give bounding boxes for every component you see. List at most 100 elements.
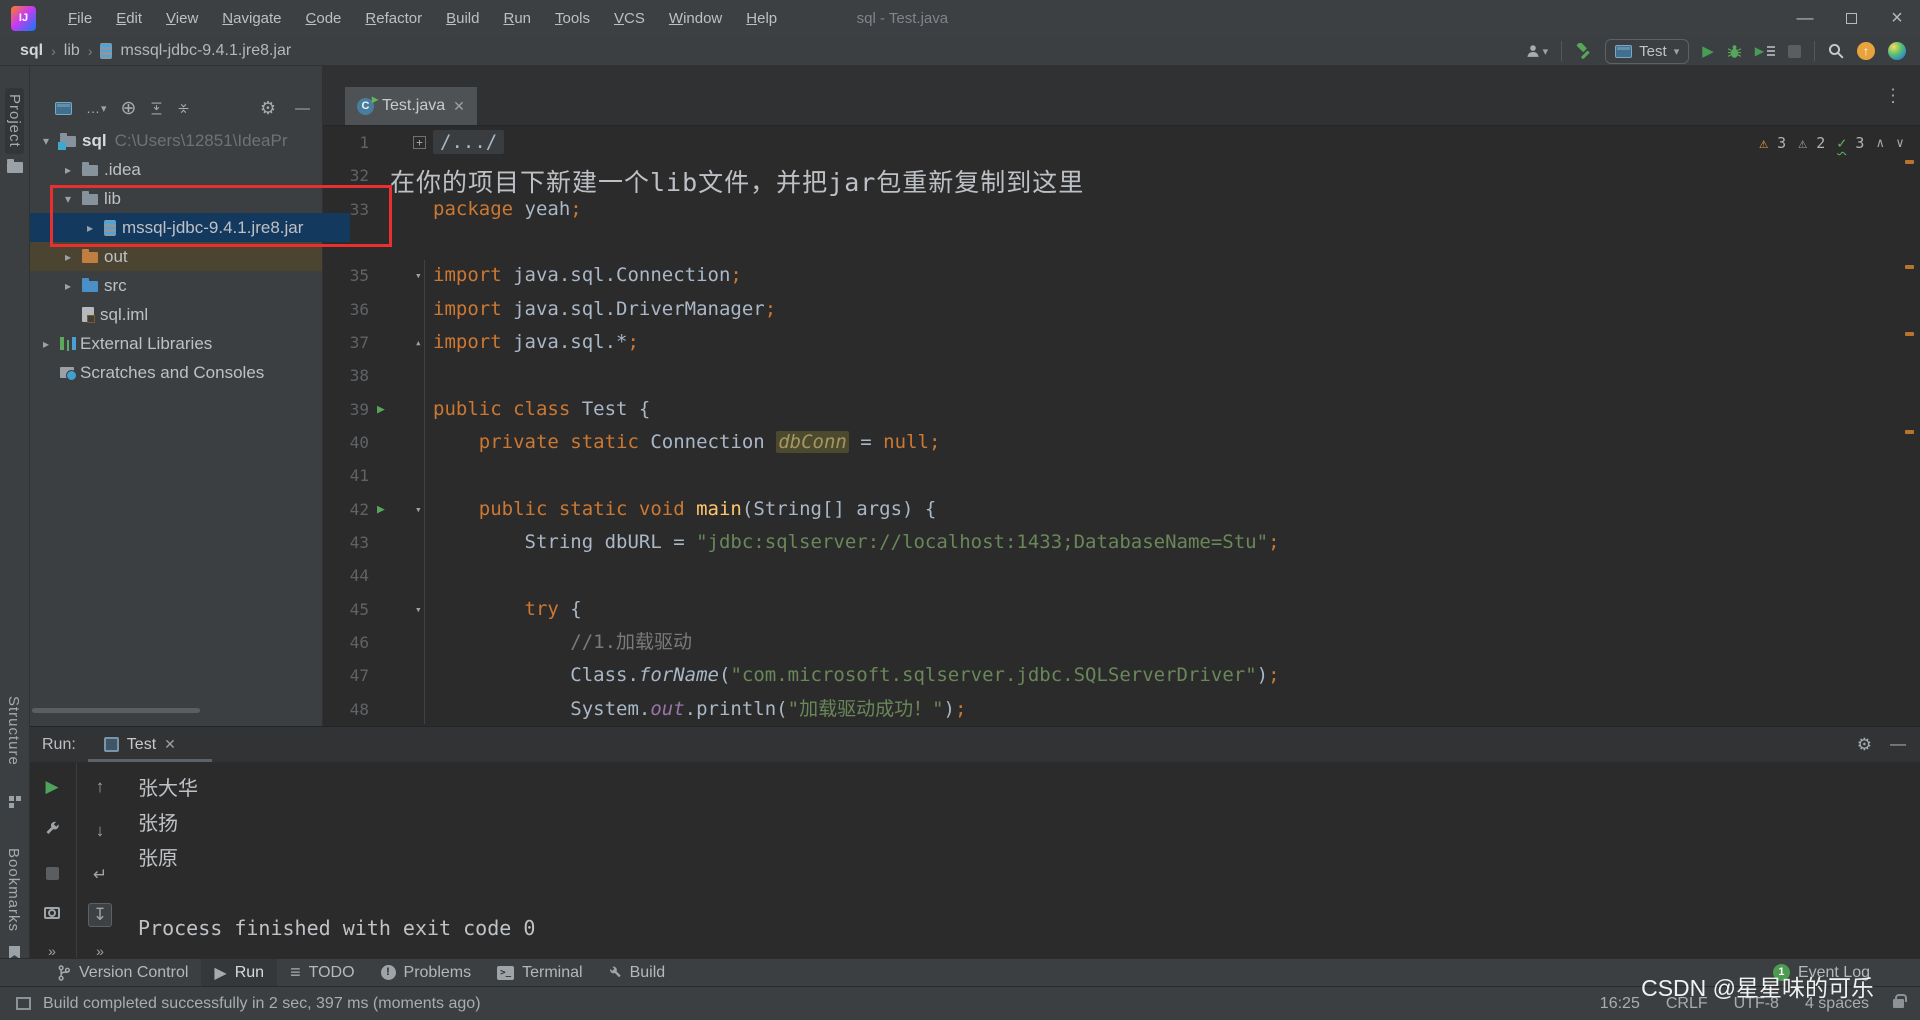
gear-icon[interactable]: ⚙	[260, 98, 276, 119]
stripe-tab-project[interactable]: Project	[5, 88, 24, 154]
menu-navigate[interactable]: Navigate	[212, 10, 291, 27]
stop-button[interactable]	[1788, 45, 1801, 58]
tree-row-external-libraries[interactable]: ▸External Libraries	[30, 329, 322, 358]
update-icon[interactable]: ↑	[1857, 42, 1875, 60]
menu-edit[interactable]: Edit	[106, 10, 152, 27]
chevron-right-icon[interactable]: ▸	[60, 250, 76, 264]
more-actions-icon[interactable]: »	[34, 943, 70, 959]
chevron-down-icon[interactable]: ▾	[38, 134, 54, 148]
down-stack-trace-icon[interactable]: ↓	[82, 821, 118, 841]
toolwindow-button-terminal[interactable]: >_Terminal	[484, 959, 595, 986]
lock-icon[interactable]	[1893, 999, 1904, 1008]
chevron-right-icon[interactable]: ▸	[60, 279, 76, 293]
hide-panel-icon[interactable]: —	[1890, 736, 1906, 754]
stripe-tab-bookmarks[interactable]: Bookmarks	[5, 848, 22, 932]
locate-file-icon[interactable]: ⊕	[121, 97, 137, 120]
chevron-right-icon[interactable]: ▸	[38, 337, 54, 351]
tab-options-icon[interactable]: ⋮	[1884, 85, 1902, 106]
menu-help[interactable]: Help	[736, 10, 787, 27]
debug-button[interactable]	[1727, 44, 1742, 59]
run-tab-test[interactable]: Test ✕	[104, 736, 176, 754]
fold-start-icon[interactable]: ▾	[415, 593, 422, 626]
fold-end-icon[interactable]: ▴	[415, 326, 422, 359]
stripe-tab-structure[interactable]: Structure	[5, 696, 22, 766]
scroll-to-end-icon[interactable]: ↧	[88, 903, 112, 927]
close-button[interactable]: ×	[1874, 0, 1920, 36]
status-message[interactable]: Build completed successfully in 2 sec, 3…	[43, 995, 481, 1013]
collapse-all-icon[interactable]	[177, 102, 190, 115]
toolwindow-button-run[interactable]: ▶Run	[201, 959, 277, 986]
tree-row-idea[interactable]: ▸.idea	[30, 155, 322, 184]
menu-vcs[interactable]: VCS	[604, 10, 655, 27]
tree-row-sql[interactable]: ▾sqlC:\Users\12851\IdeaPr	[30, 126, 322, 155]
breadcrumb-item-mssql-jdbc-9-4-1-jre8-jar[interactable]: mssql-jdbc-9.4.1.jre8.jar	[120, 42, 291, 60]
breadcrumb-item-lib[interactable]: lib	[64, 42, 80, 60]
menu-build[interactable]: Build	[436, 10, 489, 27]
run-button[interactable]: ▶	[1702, 42, 1714, 60]
menu-refactor[interactable]: Refactor	[355, 10, 432, 27]
menu-window[interactable]: Window	[659, 10, 732, 27]
minimize-button[interactable]: —	[1782, 0, 1828, 36]
code-area[interactable]: ⚠ 3 ⚠ 2 ✓ 3 ∧ ∨ 在你的项目下新建一个lib文件，并把jar包重新…	[323, 126, 1920, 726]
breadcrumb-item-sql[interactable]: sql	[20, 42, 43, 60]
up-stack-trace-icon[interactable]: ↑	[82, 777, 118, 797]
more-actions-icon[interactable]: »	[82, 943, 118, 959]
restore-button[interactable]	[1828, 0, 1874, 36]
toolwindow-button-todo[interactable]: ≡TODO	[277, 959, 367, 986]
close-icon[interactable]: ✕	[164, 736, 176, 753]
tree-row-sql-iml[interactable]: sql.iml	[30, 300, 322, 329]
view-options-dropdown[interactable]: …▾	[86, 100, 107, 116]
window-icon	[16, 997, 31, 1010]
menu-run[interactable]: Run	[493, 10, 541, 27]
run-with-coverage-button[interactable]: ▶	[1755, 44, 1775, 58]
tree-row-lib[interactable]: ▾lib	[30, 184, 322, 213]
chevron-right-icon[interactable]: ▸	[82, 221, 98, 235]
tree-row-out[interactable]: ▸out	[30, 242, 322, 271]
menu-file[interactable]: File	[58, 10, 102, 27]
user-icon[interactable]: ▾	[1526, 44, 1549, 58]
code-text: //1.加载驱动	[433, 626, 692, 659]
run-configuration-select[interactable]: Test ▾	[1605, 39, 1689, 64]
tree-row-mssql-jdbc-9-4-1-jre8-jar[interactable]: ▸mssql-jdbc-9.4.1.jre8.jar	[30, 213, 350, 242]
soft-wrap-icon[interactable]: ↵	[82, 865, 118, 885]
toolwindow-button-version-control[interactable]: Version Control	[44, 959, 201, 986]
console-output[interactable]: 张大华张扬张原 Process finished with exit code …	[138, 771, 535, 946]
screenshot-icon[interactable]	[34, 907, 70, 919]
project-view-icon[interactable]	[55, 102, 72, 115]
project-panel-toolbar: …▾ ⊕ ⚙ —	[30, 90, 322, 126]
fold-expand-icon[interactable]: +	[413, 136, 426, 149]
status-item-16-25[interactable]: 16:25	[1600, 995, 1640, 1013]
code-line: 40 private static Connection dbConn = nu…	[323, 426, 1920, 459]
chevron-right-icon[interactable]: ▸	[60, 163, 76, 177]
line-number: 40	[323, 426, 369, 459]
squares-icon[interactable]	[9, 796, 14, 801]
horizontal-scrollbar[interactable]	[32, 708, 200, 713]
toolwindow-label: Terminal	[522, 964, 582, 982]
close-icon[interactable]: ✕	[453, 98, 465, 115]
fold-start-icon[interactable]: ▾	[415, 259, 422, 292]
menu-view[interactable]: View	[156, 10, 208, 27]
tab-test-java[interactable]: C Test.java ✕	[345, 87, 477, 125]
menu-code[interactable]: Code	[296, 10, 352, 27]
gear-icon[interactable]: ⚙	[1857, 735, 1872, 755]
toolwindow-button-problems[interactable]: !Problems	[368, 959, 485, 986]
tree-row-src[interactable]: ▸src	[30, 271, 322, 300]
code-text: import java.sql.DriverManager;	[433, 293, 776, 326]
toolwindow-button-build[interactable]: Build	[596, 959, 679, 986]
chevron-down-icon[interactable]: ▾	[60, 192, 76, 206]
menu-tools[interactable]: Tools	[545, 10, 600, 27]
rerun-button[interactable]: ▶	[34, 777, 70, 797]
run-line-icon[interactable]: ▶	[377, 393, 385, 426]
tree-row-scratches-and-consoles[interactable]: Scratches and Consoles	[30, 358, 322, 387]
hide-panel-icon[interactable]: —	[295, 100, 310, 117]
edit-configuration-icon[interactable]	[34, 821, 70, 836]
run-line-icon[interactable]: ▶	[377, 493, 385, 526]
line-number: 32	[323, 159, 369, 192]
expand-all-icon[interactable]	[150, 102, 163, 115]
search-everywhere-icon[interactable]	[1828, 43, 1844, 59]
folder-icon[interactable]	[7, 162, 23, 173]
stop-button[interactable]	[34, 867, 70, 880]
gradient-sphere-icon[interactable]	[1888, 42, 1906, 60]
build-hammer-icon[interactable]	[1575, 43, 1592, 60]
fold-start-icon[interactable]: ▾	[415, 493, 422, 526]
